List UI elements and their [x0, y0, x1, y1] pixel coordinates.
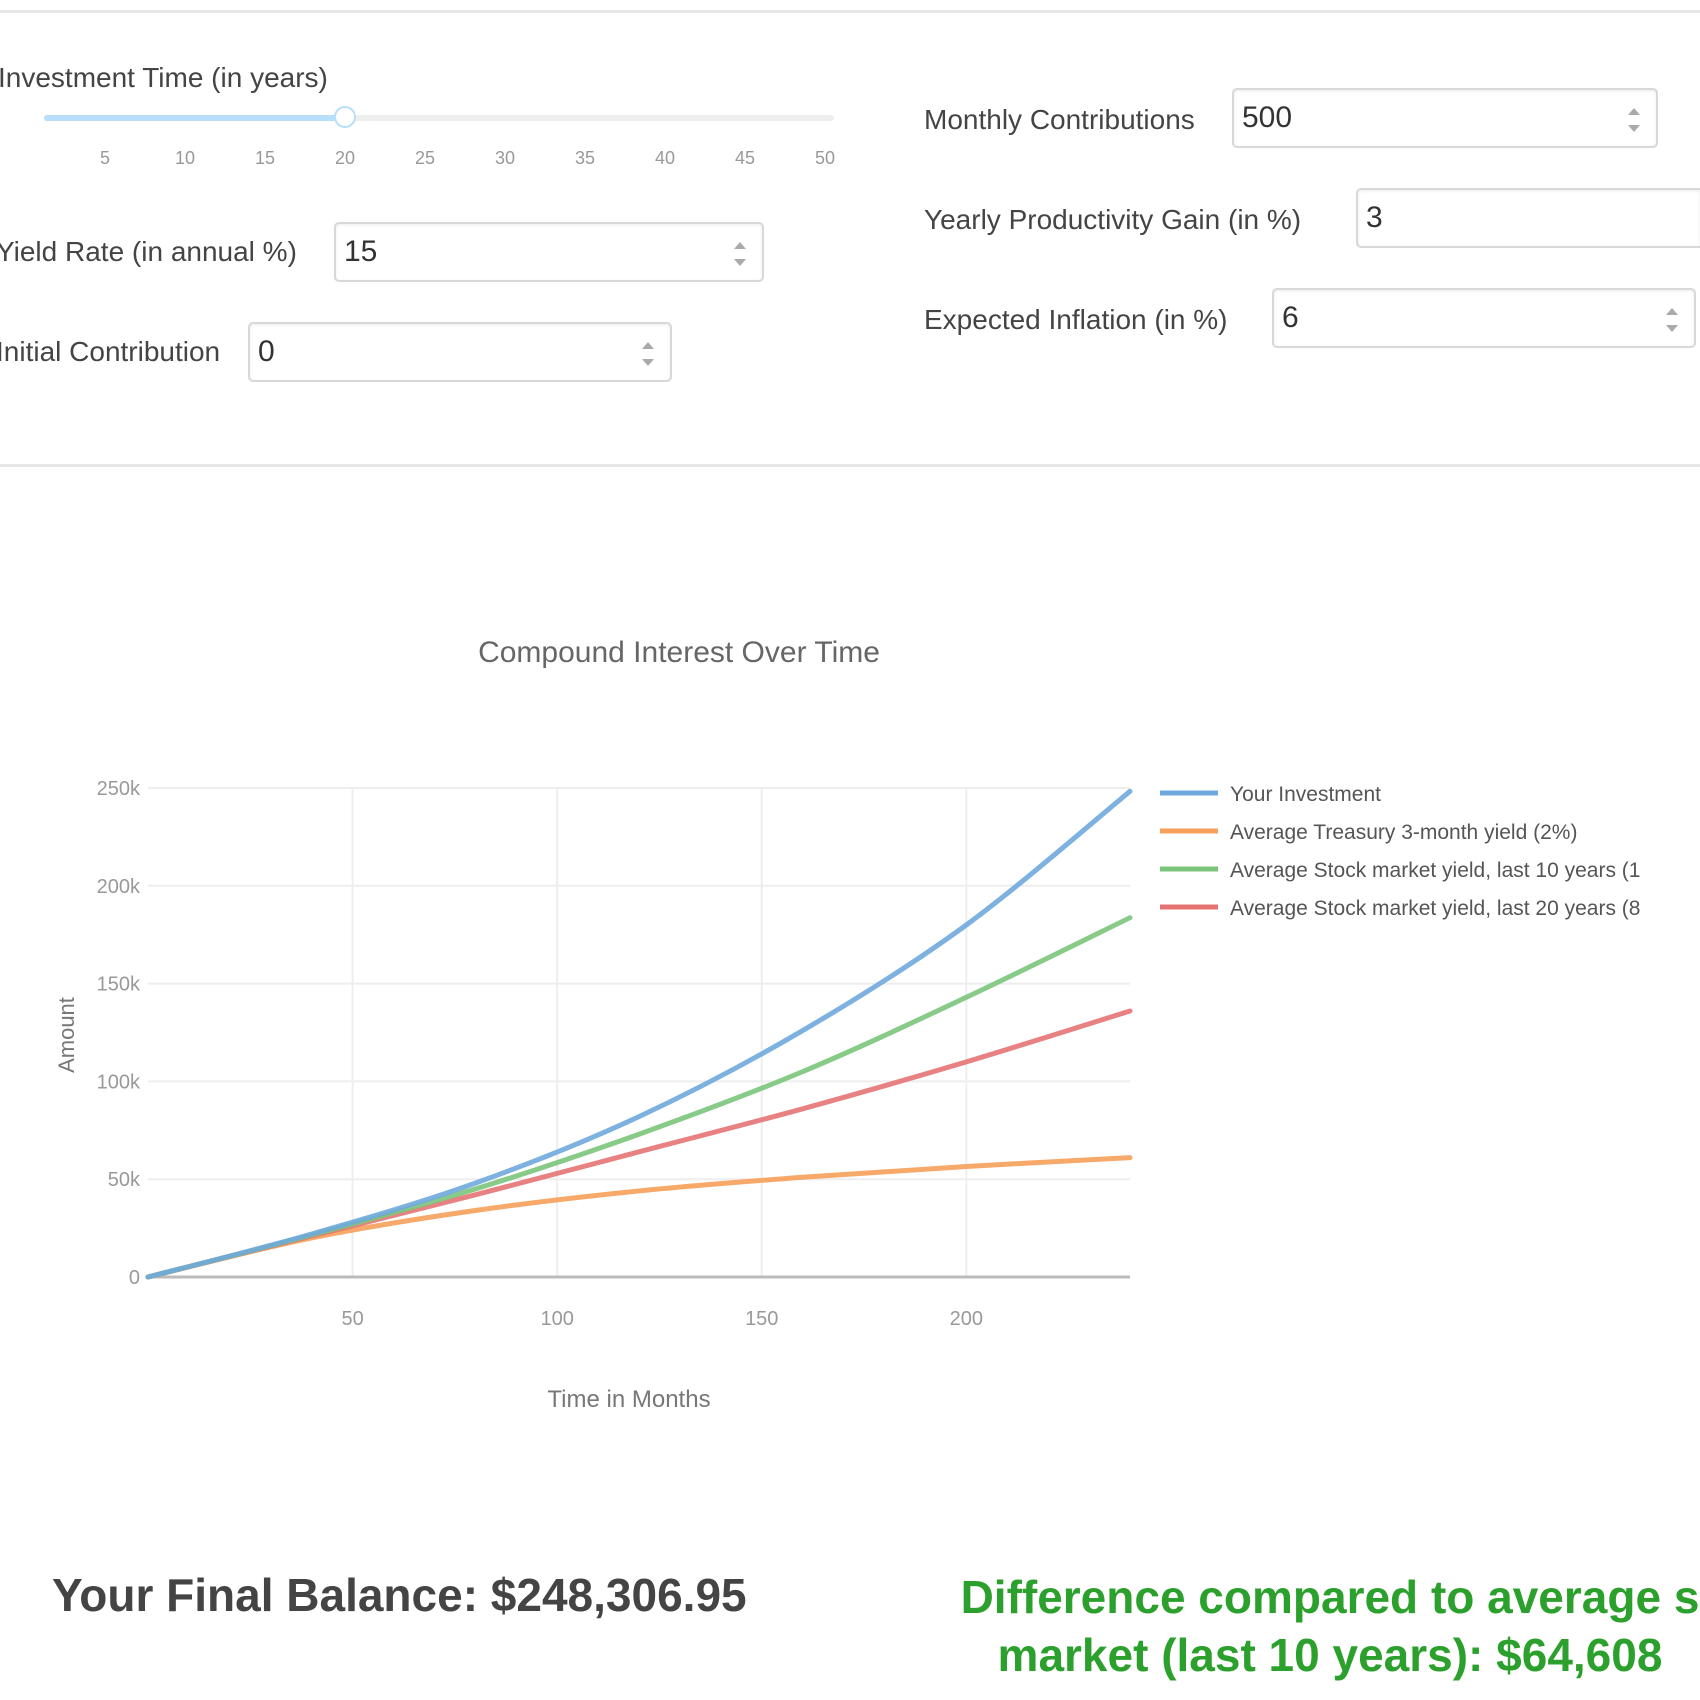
- x-tick-label: 50: [341, 1308, 363, 1330]
- x-tick-label: 100: [540, 1308, 573, 1330]
- y-tick-label: 200k: [97, 876, 141, 898]
- legend-label: Average Stock market yield, last 20 year…: [1230, 897, 1640, 920]
- y-tick-label: 0: [129, 1267, 140, 1289]
- difference-line-2: market (last 10 years): $64,608: [997, 1629, 1663, 1681]
- final-balance: Your Final Balance: $248,306.95: [52, 1569, 747, 1621]
- chart-title: Compound Interest Over Time: [478, 636, 880, 669]
- x-tick-label: 200: [950, 1308, 983, 1330]
- series-line-3: [145, 915, 1133, 1280]
- compound-interest-chart: Compound Interest Over Time 0 50k 100k 150k 2…: [54, 636, 1640, 1413]
- y-tick-label: 100k: [97, 1071, 141, 1093]
- x-axis-title: Time in Months: [547, 1386, 710, 1413]
- y-axis-title: Amount: [54, 997, 79, 1073]
- series-line-1: [145, 788, 1133, 1280]
- x-tick-label: 150: [745, 1308, 778, 1330]
- y-tick-label: 150k: [97, 974, 141, 996]
- y-tick-label: 250k: [97, 778, 141, 800]
- difference-summary: Difference compared to average s market …: [950, 1568, 1700, 1684]
- legend-label: Average Treasury 3-month yield (2%): [1230, 821, 1577, 844]
- series-line-2: [145, 1155, 1133, 1280]
- y-tick-label: 50k: [108, 1169, 141, 1191]
- legend-label: Average Stock market yield, last 10 year…: [1230, 859, 1640, 882]
- difference-line-1: Difference compared to average s: [960, 1571, 1700, 1623]
- legend-label: Your Investment: [1230, 783, 1381, 806]
